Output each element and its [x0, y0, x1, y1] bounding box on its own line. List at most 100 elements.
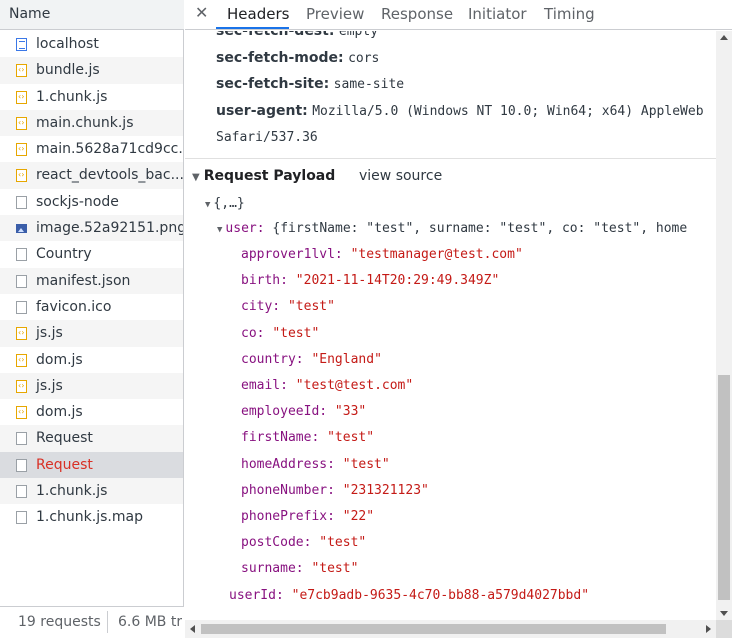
tab-initiator[interactable]: Initiator: [468, 5, 527, 23]
request-row[interactable]: dom.js: [0, 347, 183, 373]
script-icon: [16, 399, 27, 425]
horizontal-scroll-thumb[interactable]: [201, 624, 666, 634]
user-field-row: phonePrefix: "22": [241, 509, 374, 524]
request-row[interactable]: dom.js: [0, 399, 183, 425]
request-count: 19 requests: [18, 614, 101, 630]
request-name: sockjs-node: [36, 193, 119, 210]
field-key: city:: [241, 299, 281, 315]
request-row[interactable]: Request: [0, 451, 183, 479]
field-key: co:: [241, 325, 265, 341]
section-divider: [185, 158, 716, 159]
user-field-row: homeAddress: "test": [241, 457, 390, 472]
file-icon: [16, 511, 27, 525]
scroll-right-icon[interactable]: [706, 625, 711, 633]
request-row[interactable]: favicon.ico: [0, 294, 183, 320]
request-row[interactable]: localhost: [0, 31, 183, 57]
user-node[interactable]: ▼ user: {firstName: "test", surname: "tes…: [217, 221, 687, 236]
script-icon: [16, 110, 27, 136]
script-icon: [16, 347, 27, 373]
payload-section-toggle[interactable]: ▼ Request Payload: [192, 168, 335, 184]
header-key: sec-fetch-dest:: [216, 31, 335, 39]
request-name: favicon.ico: [36, 298, 112, 315]
request-list-panel: Name localhost bundle.js 1.chunk.js main.ch…: [0, 0, 184, 638]
document-icon: [16, 38, 27, 51]
header-value: empty: [338, 31, 379, 39]
field-key: phonePrefix:: [241, 509, 335, 524]
request-row[interactable]: react_devtools_bac...: [0, 162, 183, 189]
header-key: sec-fetch-mode:: [216, 50, 344, 66]
view-source-link[interactable]: view source: [359, 168, 442, 184]
user-field-row: city: "test": [241, 299, 335, 314]
file-icon: [16, 274, 27, 288]
active-tab-indicator: [216, 27, 289, 29]
script-icon: [16, 57, 27, 83]
header-key: user-agent:: [216, 103, 308, 119]
request-name: 1.chunk.js: [36, 88, 108, 105]
user-field-row: phoneNumber: "231321123": [241, 483, 429, 498]
request-row[interactable]: bundle.js: [0, 57, 183, 84]
file-icon: [16, 485, 27, 499]
request-row[interactable]: main.chunk.js: [0, 109, 183, 137]
horizontal-scrollbar[interactable]: [185, 620, 716, 638]
user-id-row: userId: "e7cb9adb-9635-4c70-bb88-a579d40…: [229, 588, 589, 603]
triangle-down-icon: ▼: [217, 225, 223, 235]
script-icon: [16, 136, 27, 162]
field-value: "test": [319, 535, 367, 551]
request-row[interactable]: 1.chunk.js: [0, 84, 183, 110]
tab-response[interactable]: Response: [381, 5, 453, 23]
transfer-size: 6.6 MB tra: [118, 614, 182, 630]
request-name: Request: [36, 456, 93, 473]
request-row[interactable]: js.js: [0, 320, 183, 347]
field-value: "test": [327, 430, 375, 446]
payload-root-node[interactable]: ▼ {,…}: [205, 196, 245, 211]
tab-preview[interactable]: Preview: [306, 5, 364, 23]
vertical-scrollbar[interactable]: [716, 31, 732, 620]
request-row[interactable]: image.52a92151.png: [0, 215, 183, 242]
header-key: sec-fetch-site:: [216, 76, 330, 92]
request-name: Request: [36, 430, 93, 447]
field-key: surname:: [241, 561, 304, 577]
file-icon: [16, 248, 27, 262]
request-name: image.52a92151.png: [36, 220, 183, 237]
user-summary: {firstName: "test", surname: "test", co:…: [272, 221, 688, 236]
user-field-row: email: "test@test.com": [241, 378, 413, 393]
file-icon: [16, 432, 27, 446]
request-row[interactable]: main.5628a71cd9cc...: [0, 136, 183, 162]
field-value: "2021-11-14T20:29:49.349Z": [295, 273, 500, 289]
payload-title: Request Payload: [203, 168, 336, 184]
request-name: bundle.js: [36, 62, 100, 79]
field-key: firstName:: [241, 430, 320, 446]
field-value: "test": [342, 456, 390, 472]
header-value: same-site: [333, 77, 405, 92]
request-name: js.js: [36, 325, 63, 342]
triangle-down-icon: ▼: [205, 200, 211, 210]
request-name: dom.js: [36, 404, 83, 421]
request-row[interactable]: js.js: [0, 372, 183, 400]
field-key: email:: [241, 378, 288, 393]
tab-headers[interactable]: Headers: [227, 5, 289, 23]
field-key: postCode:: [241, 535, 312, 551]
request-name: Country: [36, 246, 92, 263]
request-row[interactable]: Country: [0, 241, 183, 267]
scroll-left-icon[interactable]: [190, 625, 195, 633]
request-row[interactable]: sockjs-node: [0, 189, 183, 215]
request-row[interactable]: manifest.json: [0, 267, 183, 294]
user-field-row: approver1lvl: "testmanager@test.com": [241, 247, 523, 262]
request-row[interactable]: Request: [0, 425, 183, 452]
file-icon: [16, 195, 27, 209]
user-field-row: surname: "test": [241, 561, 358, 576]
header-row: user-agent: Mozilla/5.0 (Windows NT 10.0…: [216, 103, 704, 119]
scroll-down-icon[interactable]: [720, 611, 728, 616]
user-id-key: userId:: [229, 588, 284, 603]
field-key: homeAddress:: [241, 456, 335, 472]
user-field-row: country: "England": [241, 352, 382, 367]
name-column-header[interactable]: Name: [0, 0, 184, 30]
close-icon[interactable]: ✕: [195, 3, 208, 22]
vertical-scroll-thumb[interactable]: [718, 375, 730, 600]
request-row[interactable]: 1.chunk.js.map: [0, 504, 183, 530]
request-row[interactable]: 1.chunk.js: [0, 478, 183, 505]
scroll-up-icon[interactable]: [720, 35, 728, 40]
tab-timing[interactable]: Timing: [544, 5, 595, 23]
script-icon: [16, 162, 27, 188]
header-row: sec-fetch-site: same-site: [216, 76, 404, 92]
